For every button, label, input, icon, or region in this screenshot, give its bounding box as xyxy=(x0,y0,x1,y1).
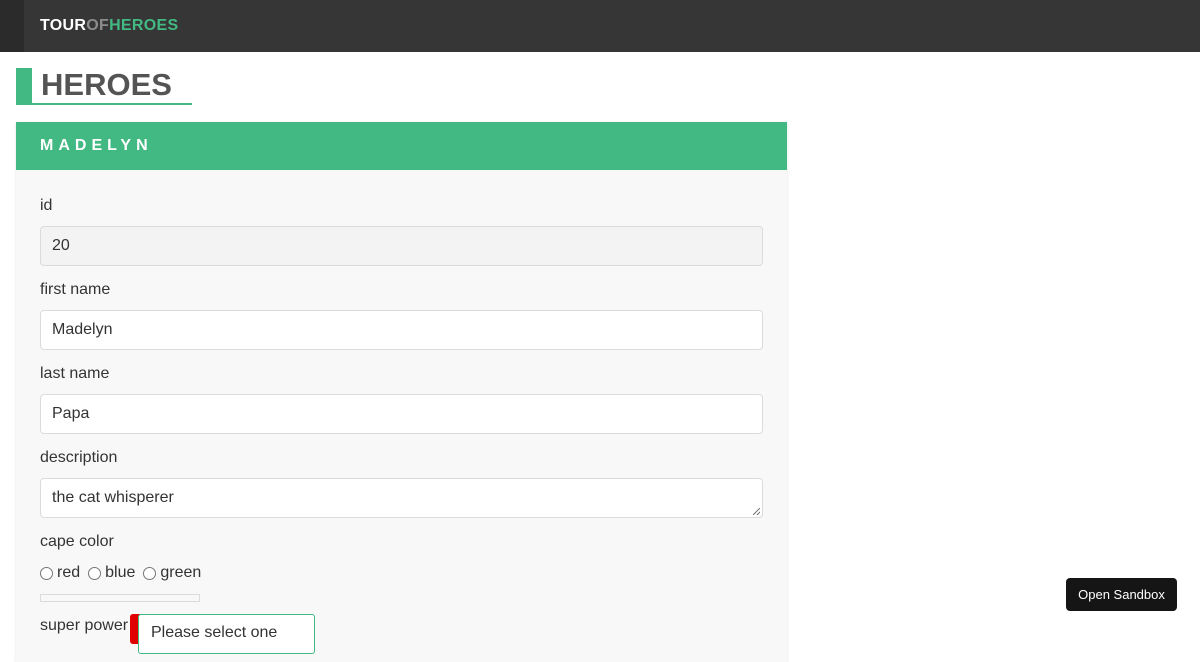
first-name-field[interactable] xyxy=(40,310,763,350)
id-label: id xyxy=(40,197,53,214)
cape-color-option-green[interactable]: green xyxy=(143,564,201,582)
radio-label-red: red xyxy=(57,564,81,581)
last-name-label: last name xyxy=(40,365,110,382)
cape-color-label: cape color xyxy=(40,533,114,550)
title-underline xyxy=(32,103,192,105)
radio-label-green: green xyxy=(160,564,202,581)
hero-detail-card: MADELYN id first name last name descript… xyxy=(16,122,787,662)
radio-label-blue: blue xyxy=(105,564,136,581)
id-field[interactable] xyxy=(40,226,763,266)
page-title: HEROES xyxy=(41,67,172,102)
radio-blue[interactable] xyxy=(88,566,102,580)
super-power-label: super power xyxy=(40,617,129,634)
super-power-select-text: Please select one xyxy=(151,624,278,641)
super-power-select[interactable]: Please select one xyxy=(138,614,315,654)
resize-grip-icon[interactable] xyxy=(753,508,760,515)
brand-part-of: OF xyxy=(86,17,110,34)
radio-green[interactable] xyxy=(143,566,157,580)
cape-color-option-blue[interactable]: blue xyxy=(88,564,135,582)
radio-red[interactable] xyxy=(40,566,53,580)
last-name-field[interactable] xyxy=(40,394,763,434)
form-divider xyxy=(40,594,200,602)
hero-name-title: MADELYN xyxy=(40,137,153,154)
nav-edge xyxy=(0,0,24,52)
top-nav: TOUROFHEROES xyxy=(0,0,1200,52)
open-sandbox-button[interactable]: Open Sandbox xyxy=(1066,578,1177,611)
cape-color-radio-group: red blue green xyxy=(40,564,209,582)
brand-logo-link[interactable]: TOUROFHEROES xyxy=(40,16,178,36)
description-textarea[interactable]: the cat whisperer xyxy=(40,478,763,518)
brand-part-heroes: HEROES xyxy=(109,17,179,34)
brand-part-tour: TOUR xyxy=(40,17,87,34)
description-label: description xyxy=(40,449,118,466)
title-accent-bar xyxy=(16,68,32,105)
cape-color-option-red[interactable]: red xyxy=(40,564,80,582)
page-title-block: HEROES xyxy=(16,68,192,106)
card-header: MADELYN xyxy=(16,122,787,170)
first-name-label: first name xyxy=(40,281,111,298)
description-text: the cat whisperer xyxy=(52,489,174,506)
